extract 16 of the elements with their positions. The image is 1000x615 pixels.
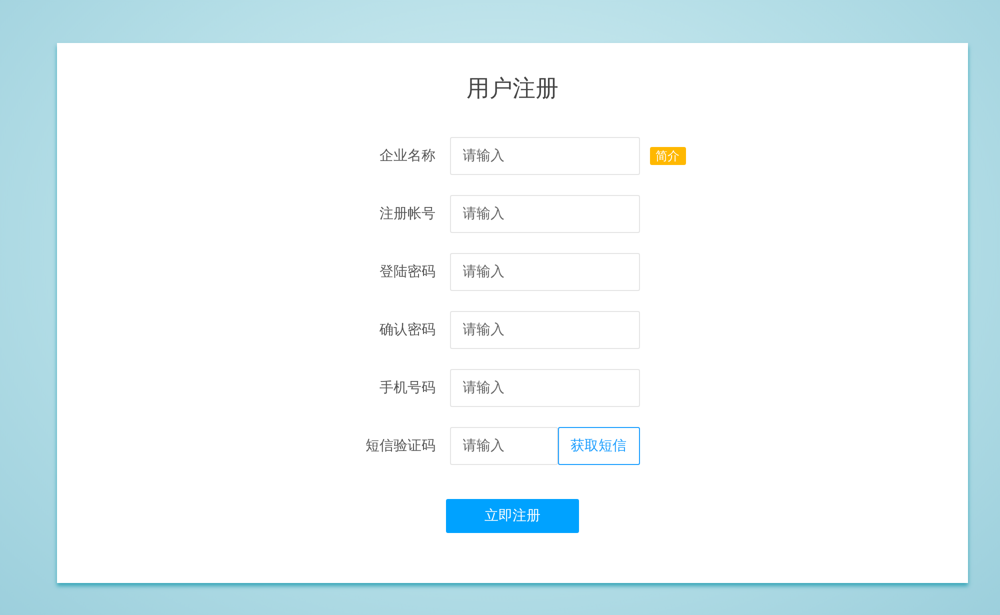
intro-badge[interactable]: 简介 xyxy=(650,147,686,165)
input-field[interactable]: 请输入 xyxy=(450,369,640,407)
field-label: 短信验证码 xyxy=(364,437,436,455)
input-field[interactable]: 请输入 xyxy=(450,195,640,233)
form-title: 用户注册 xyxy=(466,75,558,104)
get-sms-button[interactable]: 获取短信 xyxy=(558,427,640,465)
field-label: 确认密码 xyxy=(378,321,436,339)
field-label: 手机号码 xyxy=(378,379,436,397)
input-field[interactable]: 请输入 xyxy=(450,311,640,349)
field-label: 企业名称 xyxy=(378,147,436,165)
field-label: 注册帐号 xyxy=(378,205,436,223)
input-field[interactable]: 请输入 xyxy=(450,427,558,465)
input-field[interactable]: 请输入 xyxy=(450,137,640,175)
field-label: 登陆密码 xyxy=(378,263,436,281)
register-button[interactable]: 立即注册 xyxy=(446,499,579,533)
input-field[interactable]: 请输入 xyxy=(450,253,640,291)
